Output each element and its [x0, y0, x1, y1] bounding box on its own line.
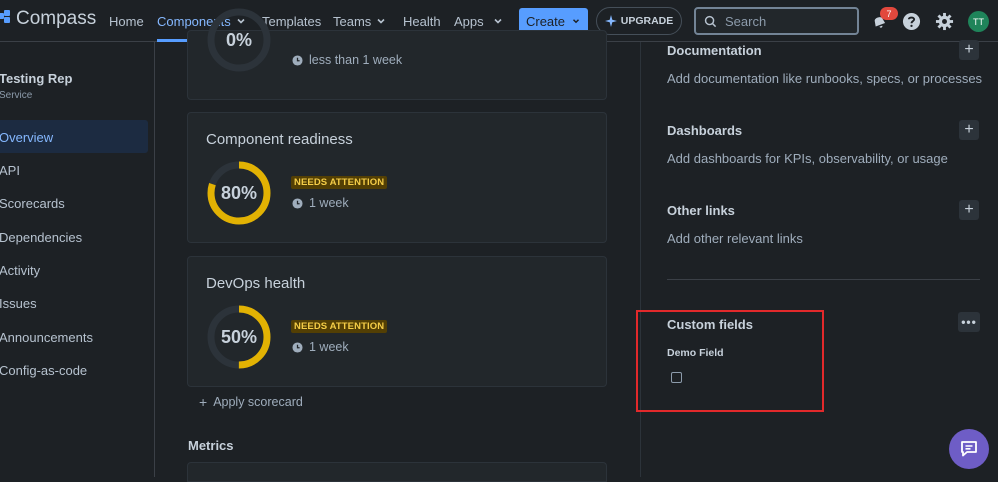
create-label: Create: [525, 13, 566, 29]
score-value: 50%: [220, 327, 258, 347]
plus-icon: +: [964, 201, 974, 218]
time-row-partial: less than 1 week: [292, 53, 402, 67]
time-label-partial: less than 1 week: [309, 53, 403, 67]
sparkle-icon: [604, 15, 617, 27]
score-value-partial: 0%: [225, 30, 252, 50]
other-links-description: Add other relevant links: [667, 231, 803, 246]
settings-gear-icon[interactable]: [934, 11, 954, 31]
scorecard-card-component-readiness[interactable]: Component readiness 80% NEEDS ATTENTION …: [187, 112, 607, 243]
search-placeholder: Search: [725, 13, 767, 29]
sidebar-item-scorecards[interactable]: Scorecards: [0, 196, 65, 211]
score-ring: 80%: [206, 160, 272, 226]
sidebar-item-api[interactable]: API: [0, 163, 20, 178]
help-chat-button[interactable]: [949, 429, 989, 469]
metrics-card: [187, 462, 607, 482]
highlight-annotation-box: [636, 310, 824, 412]
scorecard-title: Component readiness: [206, 131, 353, 148]
sidebar-item-dependencies[interactable]: Dependencies: [0, 230, 82, 245]
time-label: 1 week: [309, 196, 349, 210]
documentation-description: Add documentation like runbooks, specs, …: [667, 71, 983, 86]
sidebar-item-announcements[interactable]: Announcements: [0, 330, 93, 345]
add-other-link-button[interactable]: +: [959, 200, 979, 220]
component-sidebar: Testing Rep Service Overview API Scoreca…: [0, 42, 155, 477]
sidebar-item-activity[interactable]: Activity: [0, 263, 40, 278]
add-documentation-button[interactable]: +: [959, 40, 979, 60]
time-row: 1 week: [292, 340, 349, 354]
plus-icon: +: [199, 394, 208, 410]
section-divider: [667, 279, 980, 280]
search-input[interactable]: Search: [694, 7, 859, 35]
search-icon: [704, 15, 717, 27]
apps-chevron-down-icon[interactable]: [492, 15, 504, 27]
score-value: 80%: [220, 183, 258, 203]
sidebar-item-config-as-code[interactable]: Config-as-code: [0, 363, 87, 378]
more-icon: •••: [961, 315, 977, 329]
plus-icon: +: [964, 41, 974, 58]
clock-icon: [292, 54, 303, 66]
other-links-heading: Other links: [667, 203, 735, 218]
upgrade-button[interactable]: UPGRADE: [596, 7, 682, 35]
dashboards-description: Add dashboards for KPIs, observability, …: [667, 151, 948, 166]
score-ring-partial: 0%: [206, 7, 272, 73]
documentation-heading: Documentation: [667, 43, 762, 58]
scorecard-card-devops-health[interactable]: DevOps health 50% NEEDS ATTENTION 1 week: [187, 256, 607, 387]
status-badge: NEEDS ATTENTION: [291, 320, 388, 333]
apply-scorecard-label: Apply scorecard: [213, 395, 303, 409]
teams-chevron-down-icon[interactable]: [375, 15, 387, 27]
upgrade-label: UPGRADE: [620, 15, 674, 27]
sidebar-item-overview[interactable]: Overview: [0, 130, 53, 145]
status-badge: NEEDS ATTENTION: [291, 176, 388, 189]
component-type: Service: [0, 90, 33, 101]
clock-icon: [292, 341, 303, 353]
user-avatar[interactable]: TT: [968, 11, 989, 32]
chat-icon: [961, 441, 977, 457]
metrics-heading: Metrics: [188, 438, 234, 453]
clock-icon: [292, 197, 303, 209]
scorecard-card-partial[interactable]: 0% less than 1 week: [187, 8, 607, 100]
scorecard-title: DevOps health: [206, 275, 306, 292]
sidebar-item-issues[interactable]: Issues: [0, 296, 37, 311]
create-chevron-down-icon: [572, 19, 580, 24]
add-dashboard-button[interactable]: +: [959, 120, 979, 140]
time-label: 1 week: [309, 340, 349, 354]
time-row: 1 week: [292, 196, 349, 210]
help-icon[interactable]: [901, 11, 921, 31]
compass-logo-icon: [0, 10, 10, 27]
dashboards-heading: Dashboards: [667, 123, 743, 138]
apply-scorecard-button[interactable]: + Apply scorecard: [199, 394, 303, 410]
notification-count-badge: 7: [880, 7, 898, 20]
app-name: Compass: [16, 8, 97, 29]
plus-icon: +: [964, 121, 974, 138]
nav-home[interactable]: Home: [109, 0, 144, 42]
app-logo[interactable]: Compass: [0, 8, 96, 30]
component-name: Testing Rep: [0, 71, 73, 86]
custom-fields-more-button[interactable]: •••: [958, 312, 980, 332]
score-ring: 50%: [206, 304, 272, 370]
